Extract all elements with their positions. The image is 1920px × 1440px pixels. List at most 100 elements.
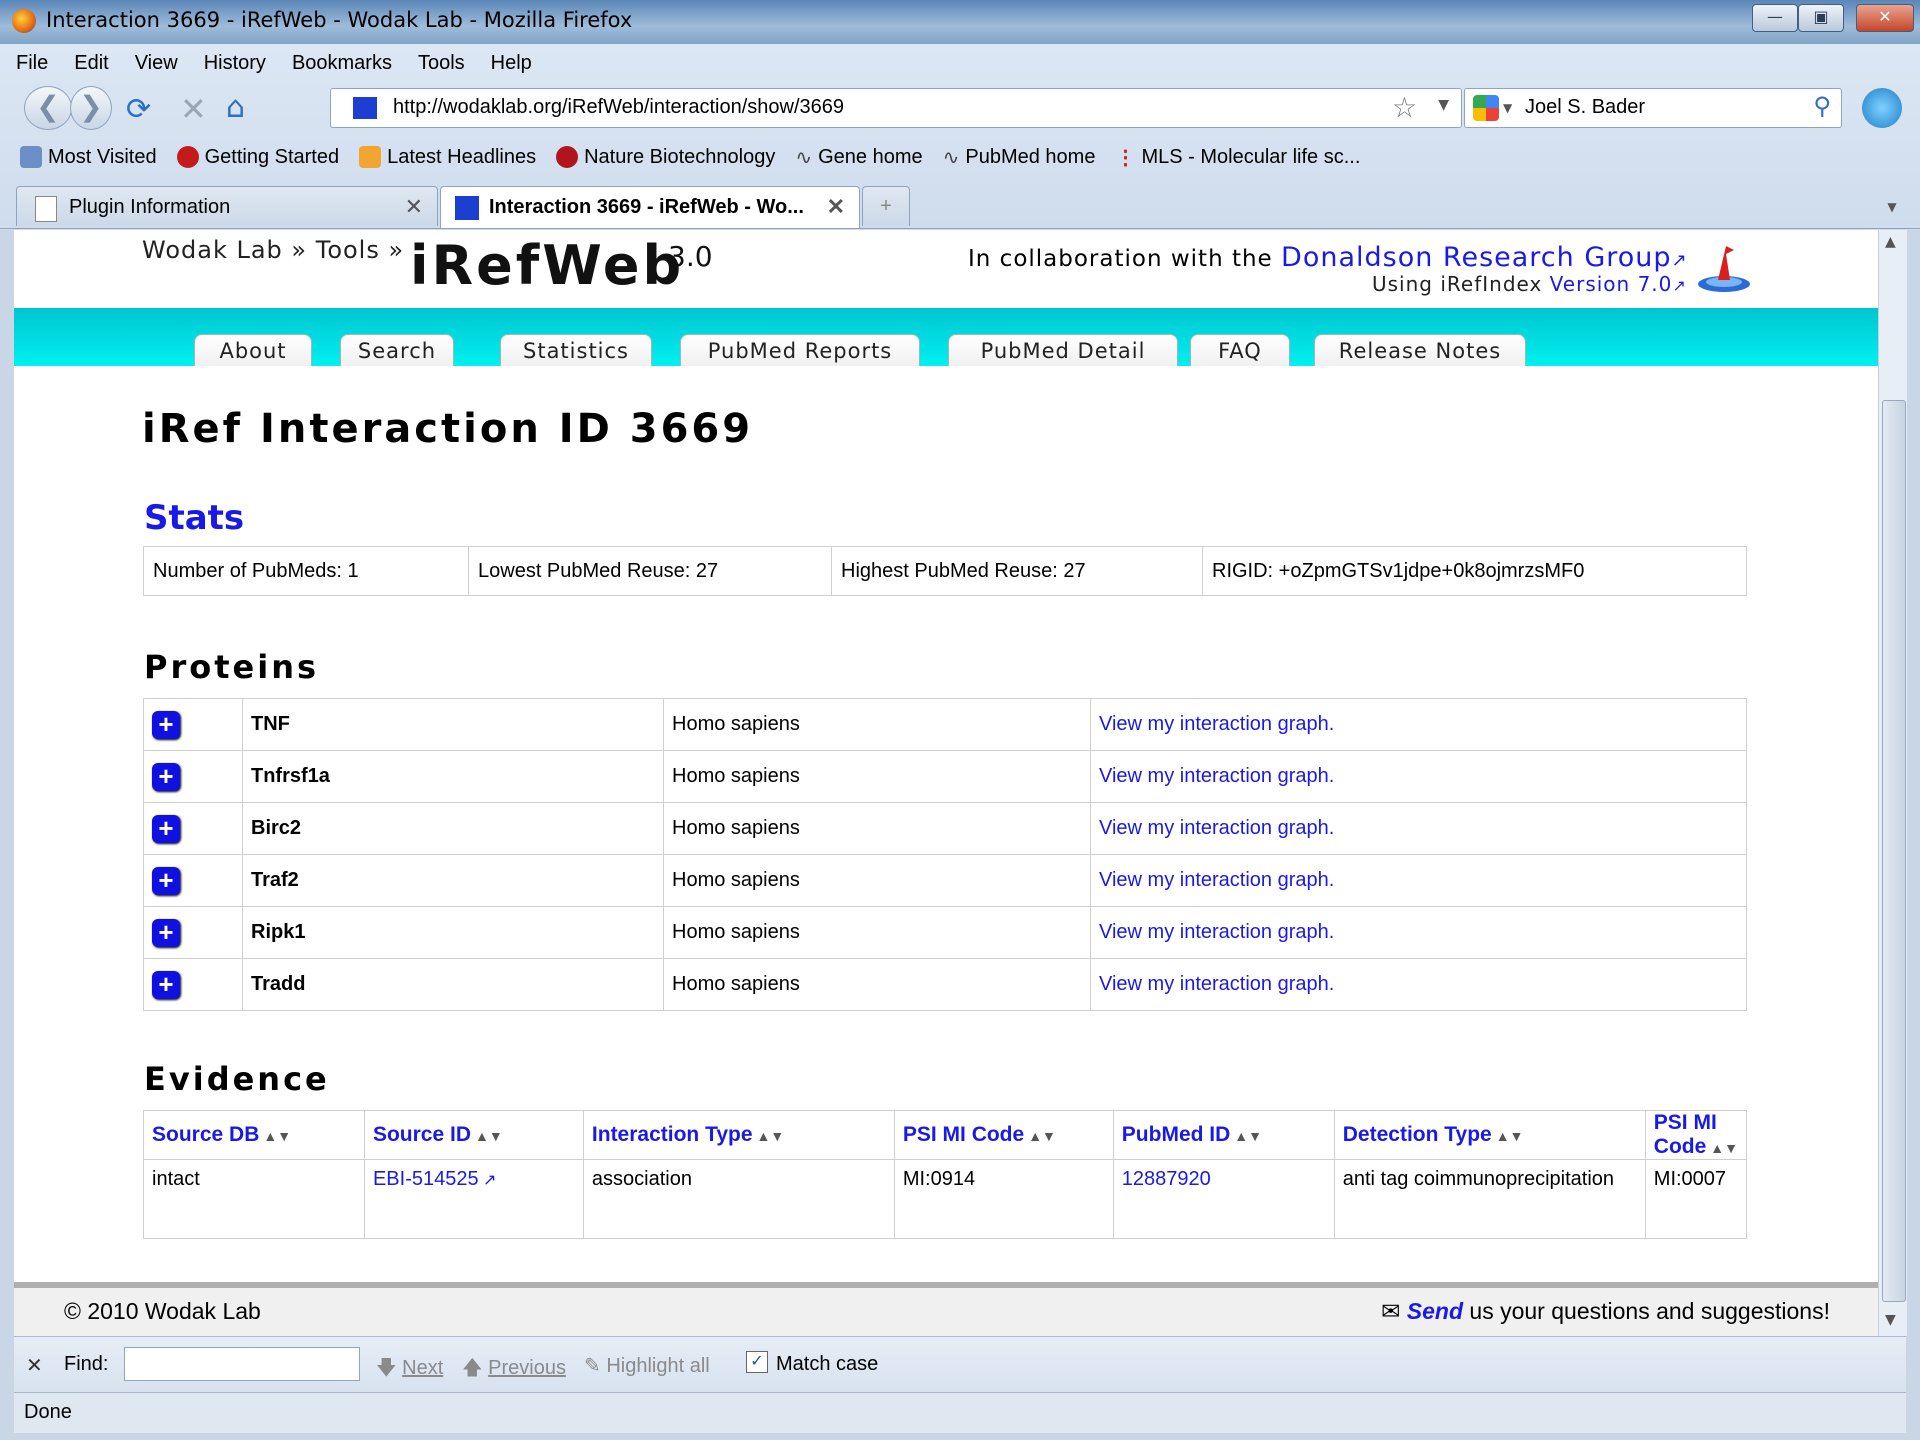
page-content: Wodak Lab » Tools » iRefWeb 3.0 In colla…: [14, 230, 1878, 1282]
column-header[interactable]: Source ID ▲▼: [363, 1110, 584, 1160]
tab-close-icon[interactable]: ✕: [405, 194, 423, 220]
stats-rigid: RIGID: +oZpmGTSv1jdpe+0k8ojmrzsMF0: [1202, 546, 1747, 596]
breadcrumb[interactable]: Wodak Lab » Tools »: [142, 236, 404, 264]
send-link[interactable]: Send: [1407, 1298, 1463, 1324]
skype-icon[interactable]: [1862, 88, 1902, 128]
page-icon: [35, 196, 57, 222]
version-link[interactable]: Version 7.0: [1550, 272, 1673, 296]
scrollbar-thumb[interactable]: [1882, 400, 1906, 1302]
interaction-graph-link[interactable]: View my interaction graph.: [1090, 906, 1747, 959]
nav-faq[interactable]: FAQ: [1190, 334, 1290, 366]
bookmark-mls[interactable]: ⋮ MLS - Molecular life sc...: [1109, 140, 1366, 174]
column-header[interactable]: Detection Type ▲▼: [1333, 1110, 1646, 1160]
column-header[interactable]: Source DB ▲▼: [143, 1110, 365, 1160]
home-icon[interactable]: ⌂: [226, 90, 245, 125]
expand-plus-icon[interactable]: +: [152, 710, 180, 739]
menu-file[interactable]: File: [14, 48, 50, 80]
find-input[interactable]: [124, 1347, 360, 1381]
nav-release-notes[interactable]: Release Notes: [1314, 334, 1526, 366]
expand-cell: +: [143, 854, 243, 907]
menu-bookmarks[interactable]: Bookmarks: [290, 48, 394, 80]
dna-icon: ∿: [942, 146, 960, 169]
search-engine-dropdown-icon[interactable]: ▼: [1503, 101, 1512, 115]
url-bar[interactable]: http://wodaklab.org/iRefWeb/interaction/…: [330, 88, 1462, 128]
expand-plus-icon[interactable]: +: [152, 918, 180, 947]
bookmark-gene-home[interactable]: ∿ Gene home: [789, 140, 928, 174]
most-visited-icon: [20, 146, 42, 168]
bookmark-star-icon[interactable]: ☆: [1392, 91, 1417, 124]
highlight-all-button[interactable]: ✎ Highlight all: [584, 1353, 710, 1378]
window-title-bar: Interaction 3669 - iRefWeb - Wodak Lab -…: [0, 0, 1920, 44]
column-header[interactable]: PSI MI Code ▲▼: [1644, 1110, 1748, 1160]
donaldson-link[interactable]: Donaldson Research Group: [1281, 242, 1672, 273]
back-button[interactable]: ❮: [24, 86, 72, 130]
search-bar[interactable]: ▼ Joel S. Bader ⚲: [1464, 88, 1842, 128]
bookmark-getting-started[interactable]: Getting Started: [171, 140, 346, 174]
reload-icon[interactable]: ⟳: [126, 92, 151, 127]
menu-edit[interactable]: Edit: [72, 48, 110, 80]
column-header[interactable]: PSI MI Code ▲▼: [893, 1110, 1114, 1160]
expand-plus-icon[interactable]: +: [152, 814, 180, 843]
bookmark-pubmed-home[interactable]: ∿ PubMed home: [937, 140, 1102, 174]
bookmark-nature-biotechnology[interactable]: Nature Biotechnology: [550, 140, 781, 174]
minimize-button[interactable]: —: [1752, 4, 1798, 32]
interaction-graph-link[interactable]: View my interaction graph.: [1090, 750, 1747, 803]
match-case-label[interactable]: Match case: [776, 1353, 878, 1376]
protein-organism: Homo sapiens: [663, 854, 1091, 907]
close-window-button[interactable]: ✕: [1856, 4, 1914, 32]
column-header[interactable]: Interaction Type ▲▼: [582, 1110, 895, 1160]
evidence-cell: intact: [143, 1159, 365, 1239]
menu-tools[interactable]: Tools: [416, 48, 467, 80]
bookmark-latest-headlines[interactable]: Latest Headlines: [353, 140, 542, 174]
find-label: Find:: [64, 1353, 109, 1375]
external-link-icon: ↗: [1671, 250, 1688, 271]
interaction-graph-link[interactable]: View my interaction graph.: [1090, 854, 1747, 907]
bookmark-most-visited[interactable]: Most Visited: [14, 140, 163, 174]
menu-history[interactable]: History: [202, 48, 268, 80]
menu-help[interactable]: Help: [489, 48, 534, 80]
url-text[interactable]: http://wodaklab.org/iRefWeb/interaction/…: [393, 96, 844, 119]
match-case-checkbox[interactable]: ✓: [746, 1351, 768, 1373]
expand-plus-icon[interactable]: +: [152, 866, 180, 895]
evidence-cell[interactable]: 12887920: [1112, 1159, 1335, 1239]
tab-interaction-3669[interactable]: Interaction 3669 - iRefWeb - Wo... ✕: [440, 186, 860, 228]
stats-pubmed-count: Number of PubMeds: 1: [143, 546, 469, 596]
url-dropdown-icon[interactable]: ▼: [1438, 97, 1449, 113]
new-tab-button[interactable]: +: [862, 186, 910, 226]
find-close-icon[interactable]: ✕: [26, 1353, 43, 1378]
nav-statistics[interactable]: Statistics: [500, 334, 652, 366]
site-logo[interactable]: iRefWeb: [410, 234, 684, 297]
feedback-text: ✉ Send us your questions and suggestions…: [1381, 1298, 1830, 1324]
find-next-button[interactable]: 🡇 Next: [376, 1353, 443, 1387]
tab-plugin-information[interactable]: Plugin Information ✕: [16, 186, 438, 226]
interaction-graph-link[interactable]: View my interaction graph.: [1090, 802, 1747, 855]
evidence-heading: Evidence: [144, 1060, 330, 1098]
forward-button[interactable]: ❯: [70, 86, 112, 130]
tab-list-dropdown-icon[interactable]: ▼: [1878, 190, 1906, 224]
nav-search[interactable]: Search: [340, 334, 454, 366]
stop-icon[interactable]: ✕: [180, 90, 207, 128]
expand-cell: +: [143, 698, 243, 751]
maximize-button[interactable]: ▣: [1798, 4, 1844, 32]
arrow-down-icon: 🡇: [376, 1357, 397, 1379]
tab-close-icon[interactable]: ✕: [827, 194, 845, 220]
find-previous-button[interactable]: 🡅 Previous: [462, 1353, 566, 1387]
interaction-graph-link[interactable]: View my interaction graph.: [1090, 698, 1747, 751]
stats-heading[interactable]: Stats: [144, 498, 244, 538]
nav-pubmed-detail[interactable]: PubMed Detail: [948, 334, 1178, 366]
column-header[interactable]: PubMed ID ▲▼: [1112, 1110, 1335, 1160]
vertical-scrollbar[interactable]: ▲ ▼: [1878, 230, 1907, 1336]
stats-highest-reuse: Highest PubMed Reuse: 27: [831, 546, 1203, 596]
nav-about[interactable]: About: [194, 334, 312, 366]
expand-plus-icon[interactable]: +: [152, 762, 180, 791]
nav-pubmed-reports[interactable]: PubMed Reports: [680, 334, 920, 366]
scroll-down-icon[interactable]: ▼: [1885, 1312, 1896, 1328]
search-icon[interactable]: ⚲: [1813, 92, 1831, 120]
interaction-graph-link[interactable]: View my interaction graph.: [1090, 958, 1747, 1011]
menu-view[interactable]: View: [133, 48, 180, 80]
evidence-cell[interactable]: EBI-514525 ↗: [363, 1159, 584, 1239]
expand-plus-icon[interactable]: +: [152, 970, 180, 999]
search-input[interactable]: Joel S. Bader: [1525, 96, 1645, 119]
scroll-up-icon[interactable]: ▲: [1885, 234, 1896, 250]
evidence-cell: anti tag coimmunoprecipitation: [1333, 1159, 1646, 1239]
